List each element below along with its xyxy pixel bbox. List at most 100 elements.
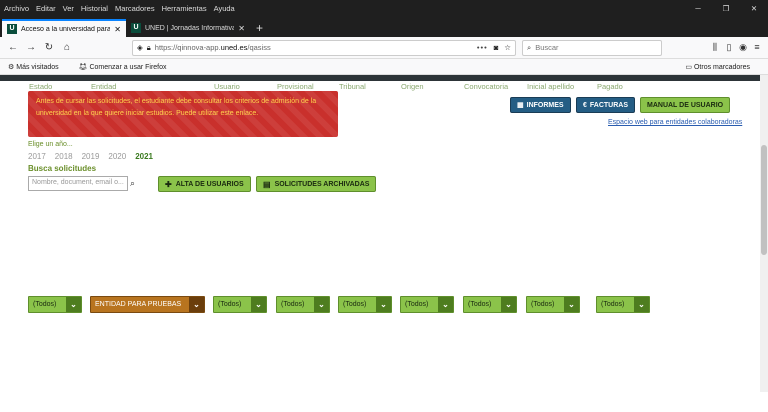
tab-bar: U Acceso a la universidad para E... ✕ U … <box>0 17 768 37</box>
maximize-icon[interactable]: ❐ <box>712 4 740 13</box>
chevron-down-icon: ⌄ <box>251 297 266 312</box>
search-solicitudes-input[interactable]: Nombre, document, email o... <box>28 176 128 191</box>
back-icon[interactable]: ← <box>4 42 22 53</box>
menu-hamburger-icon[interactable]: ≡ <box>750 42 764 53</box>
pagado-select[interactable]: (Todos) ⌄ <box>596 296 650 313</box>
home-icon[interactable]: ⌂ <box>58 42 76 53</box>
url-prefix: https://qinnova-app. <box>154 43 221 52</box>
filter-label-estado: Estado <box>29 82 53 91</box>
close-window-icon[interactable]: ✕ <box>740 4 768 13</box>
filter-label-provisional: Provisional <box>277 82 314 91</box>
provisional-select[interactable]: (Todos) ⌄ <box>276 296 330 313</box>
uned-favicon-icon: U <box>131 23 141 33</box>
scroll-thumb[interactable] <box>761 145 767 255</box>
star-icon[interactable]: ☆ <box>504 43 511 52</box>
euro-icon: € <box>583 101 587 109</box>
page-content: Antes de cursar las solicitudes, el estu… <box>0 81 760 392</box>
reload-icon[interactable]: ↻ <box>40 42 58 53</box>
year-label: Elige un año... <box>28 141 73 148</box>
entidad-select[interactable]: ENTIDAD PARA PRUEBAS ⌄ <box>90 296 205 313</box>
filter-label-convocatoria: Convocatoria <box>464 82 509 91</box>
origen-select[interactable]: (Todos) ⌄ <box>400 296 454 313</box>
menu-ayuda[interactable]: Ayuda <box>214 4 235 13</box>
chevron-down-icon: ⌄ <box>564 297 579 312</box>
uned-favicon-icon: U <box>7 24 17 34</box>
convocatoria-select[interactable]: (Todos) ⌄ <box>463 296 517 313</box>
nav-bar: ← → ↻ ⌂ ◈ 🔒︎ https://qinnova-app. uned.es… <box>0 37 768 59</box>
chevron-down-icon: ⌄ <box>376 297 391 312</box>
nav-right-tools: ⫼ ▯ ◉ ≡ <box>708 42 764 53</box>
search-label: Busca solicitudes <box>28 164 97 173</box>
tribunal-select[interactable]: (Todos) ⌄ <box>338 296 392 313</box>
filter-label-usuario: Usuario <box>214 82 240 91</box>
chevron-down-icon: ⌄ <box>66 297 81 312</box>
filter-label-inicial-apellido: Inicial apellido <box>527 82 575 91</box>
bookmark-most-visited[interactable]: ⚙ Más visitados <box>8 63 69 71</box>
shield-icon[interactable]: ◈ <box>137 43 143 52</box>
minimize-icon[interactable]: ─ <box>684 4 712 13</box>
menu-bar: Archivo Editar Ver Historial Marcadores … <box>0 0 768 17</box>
tab-title: Acceso a la universidad para E... <box>21 25 111 33</box>
menu-marcadores[interactable]: Marcadores <box>115 4 155 13</box>
year-selector: 2017 2018 2019 2020 2021 <box>28 152 162 161</box>
search-input[interactable]: ⌕ Buscar <box>522 39 662 56</box>
bookmark-other[interactable]: ▭ Otros marcadores <box>685 63 760 71</box>
usuario-select[interactable]: (Todos) ⌄ <box>213 296 267 313</box>
tab-acceso[interactable]: U Acceso a la universidad para E... ✕ <box>2 19 126 37</box>
chevron-down-icon: ⌄ <box>501 297 516 312</box>
menu-archivo[interactable]: Archivo <box>4 4 29 13</box>
lock-icon[interactable]: 🔒︎ <box>147 43 151 53</box>
tab-jornadas[interactable]: U UNED | Jornadas Informativas ✕ <box>126 19 250 37</box>
url-bar[interactable]: ◈ 🔒︎ https://qinnova-app. uned.es/qasiss … <box>132 39 516 56</box>
search-icon[interactable]: ⌕ <box>130 178 135 189</box>
facturas-button[interactable]: € FACTURAS <box>576 97 636 113</box>
library-icon[interactable]: ⫼ <box>708 42 722 53</box>
filter-label-pagado: Pagado <box>597 82 623 91</box>
tab-close-icon[interactable]: ✕ <box>238 24 245 33</box>
menu-historial[interactable]: Historial <box>81 4 108 13</box>
solicitudes-archivadas-button[interactable]: ▤ SOLICITUDES ARCHIVADAS <box>256 176 377 192</box>
chart-icon: ▦ <box>517 102 524 109</box>
tab-close-icon[interactable]: ✕ <box>114 25 121 34</box>
plus-icon: ✚ <box>165 179 172 189</box>
page-viewport: Antes de cursar las solicitudes, el estu… <box>0 75 768 392</box>
tab-title: UNED | Jornadas Informativas <box>145 24 235 32</box>
alta-usuarios-button[interactable]: ✚ ALTA DE USUARIOS <box>158 176 251 192</box>
year-2021[interactable]: 2021 <box>135 152 153 161</box>
year-2019[interactable]: 2019 <box>82 152 100 161</box>
chevron-down-icon: ⌄ <box>189 297 204 312</box>
year-2017[interactable]: 2017 <box>28 152 46 161</box>
url-domain: uned.es <box>220 43 248 52</box>
account-icon[interactable]: ◉ <box>736 42 750 53</box>
menu-ver[interactable]: Ver <box>63 4 74 13</box>
page-actions-icon[interactable]: ••• <box>477 43 488 52</box>
estado-select[interactable]: (Todos) ⌄ <box>28 296 82 313</box>
chevron-down-icon: ⌄ <box>634 297 649 312</box>
window-controls: ─ ❐ ✕ <box>684 4 768 13</box>
bookmarks-bar: ⚙ Más visitados 🦊︎ Comenzar a usar Firef… <box>0 59 768 75</box>
menu-herramientas[interactable]: Herramientas <box>162 4 207 13</box>
bookmark-get-started[interactable]: 🦊︎ Comenzar a usar Firefox <box>79 63 177 71</box>
url-path: /qasiss <box>247 43 271 52</box>
filter-label-entidad: Entidad <box>91 82 117 91</box>
archive-icon: ▤ <box>263 179 271 189</box>
new-tab-icon[interactable]: + <box>250 21 269 37</box>
menu-editar[interactable]: Editar <box>36 4 56 13</box>
year-2020[interactable]: 2020 <box>108 152 126 161</box>
filter-label-tribunal: Tribunal <box>339 82 366 91</box>
inicial-apellido-select[interactable]: (Todos) ⌄ <box>526 296 580 313</box>
page-scrollbar[interactable] <box>760 75 768 392</box>
entidades-link[interactable]: Espacio web para entidades colaboradoras <box>608 119 742 126</box>
manual-button[interactable]: MANUAL DE USUARIO <box>640 97 731 113</box>
chevron-down-icon: ⌄ <box>314 297 329 312</box>
year-2018[interactable]: 2018 <box>55 152 73 161</box>
filter-label-origen: Origen <box>401 82 424 91</box>
informes-button[interactable]: ▦ INFORMES <box>510 97 571 113</box>
sidebar-icon[interactable]: ▯ <box>722 42 736 53</box>
admission-notice: Antes de cursar las solicitudes, el estu… <box>28 91 338 137</box>
chevron-down-icon: ⌄ <box>438 297 453 312</box>
search-icon: ⌕ <box>527 42 532 52</box>
forward-icon[interactable]: → <box>22 42 40 53</box>
search-placeholder: Buscar <box>535 43 559 52</box>
pocket-icon[interactable]: ◙ <box>494 43 499 52</box>
